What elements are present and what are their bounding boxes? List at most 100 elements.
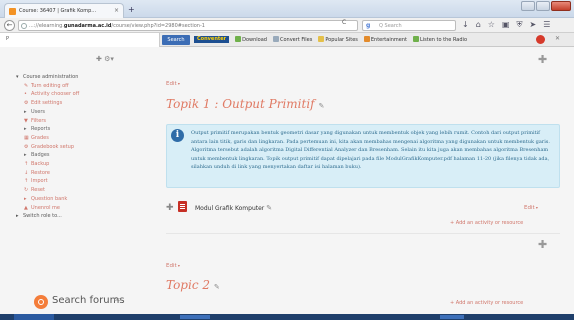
url-prefix: ...://elearning. (29, 23, 64, 29)
window-titlebar: Course: 36407 | Grafik Komp... × + (0, 0, 574, 18)
os-taskbar (0, 314, 574, 320)
bookmark-entertainment[interactable]: Entertainment (363, 36, 407, 43)
reload-icon[interactable]: C (342, 19, 346, 26)
admin-item-switch-role-to[interactable]: ▸ Switch role to... (16, 212, 134, 221)
home-icon[interactable]: ⌂ (476, 20, 481, 30)
search-forums-button[interactable]: Go (114, 297, 121, 303)
course-content: ✚ Edit Topik 1 : Output Primitif ✎ i Out… (150, 47, 568, 320)
clipboard-icon[interactable]: ▣ (502, 20, 510, 30)
block-controls-icon[interactable]: ✚ ⚙▾ (96, 55, 114, 63)
bookmark-items: Conventer Download Convert Files Popular… (194, 36, 467, 43)
url-bar[interactable]: ...://elearning.gunadarma.ac.id/course/v… (18, 20, 358, 31)
add-activity-link-1[interactable]: Add an activity or resource (450, 220, 523, 226)
admin-item-course-administration[interactable]: ▾ Course administration (16, 73, 134, 82)
section-summary-box: i Output primitif merupakan bentuk geome… (166, 124, 560, 188)
admin-item-restore[interactable]: ↓ Restore (16, 169, 134, 178)
converter-logo[interactable]: Conventer (194, 36, 230, 43)
admin-item-label: Reset (31, 187, 45, 194)
bookmark-label: Download (242, 37, 267, 43)
admin-item-label: Backup (31, 161, 50, 168)
star-icon[interactable]: ☆ (488, 20, 495, 30)
add-activity-link-2[interactable]: Add an activity or resource (450, 300, 523, 306)
search-engine-icon: g (366, 22, 371, 29)
module-name: Modul Grafik Komputer (195, 205, 265, 212)
admin-item-label: Edit settings (31, 100, 63, 107)
admin-item-import[interactable]: ↑ Import (16, 177, 134, 186)
administration-block: ✚ ⚙▾ ▾ Course administration ✎ Turn editing… (6, 47, 132, 320)
module-link[interactable]: Modul Grafik Komputer ✎ (195, 204, 272, 212)
admin-item-filters[interactable]: ▼ Filters (16, 117, 134, 126)
minimize-button[interactable] (521, 1, 535, 11)
module-edit-menu[interactable]: Edit (524, 205, 538, 211)
tab-close-icon[interactable]: × (114, 7, 119, 14)
section1-title-text: Topik 1 : Output Primitif (166, 97, 315, 111)
start-button[interactable] (14, 314, 54, 320)
admin-item-label: Question bank (31, 195, 68, 202)
bookmark-radio[interactable]: Listen to the Radio (412, 36, 467, 43)
toolbar-close-icon[interactable]: ✕ (555, 35, 560, 42)
admin-item-unenrol-me[interactable]: ▲ Unenrol me (16, 204, 134, 213)
send-icon[interactable]: ➤ (530, 20, 537, 30)
edit-title-pencil-icon[interactable]: ✎ (318, 102, 324, 110)
admin-item-glyph-icon: ⚙ (24, 143, 29, 150)
admin-item-glyph-icon: ▸ (24, 108, 27, 115)
add-section-plus-icon[interactable]: ✚ (538, 53, 547, 66)
search-placeholder: Q Search (379, 23, 402, 29)
bookmark-label: Convert Files (279, 37, 313, 43)
admin-item-turn-editing-off[interactable]: ✎ Turn editing off (16, 82, 134, 91)
admin-item-label: Course administration (23, 74, 79, 80)
admin-item-edit-settings[interactable]: ⚙ Edit settings (16, 99, 134, 108)
menu-icon[interactable]: ☰ (543, 20, 550, 30)
admin-item-glyph-icon: ▸ (16, 213, 19, 220)
back-arrow-icon[interactable]: ← (4, 20, 15, 31)
download-arrow-icon[interactable]: ↓ (462, 20, 469, 30)
admin-item-reports[interactable]: ▸ Reports (16, 125, 134, 134)
shield-icon[interactable]: ⛨ (517, 20, 523, 30)
admin-item-glyph-icon: ⚙ (24, 100, 29, 107)
search-icon (34, 295, 48, 309)
admin-item-badges[interactable]: ▸ Badges (16, 151, 134, 160)
admin-item-users[interactable]: ▸ Users (16, 108, 134, 117)
admin-item-reset[interactable]: ↻ Reset (16, 186, 134, 195)
bookmark-download[interactable]: Download (235, 36, 267, 43)
edit-title-pencil-icon[interactable]: ✎ (214, 283, 220, 291)
admin-item-glyph-icon: ▲ (24, 204, 28, 211)
edit-module-pencil-icon[interactable]: ✎ (266, 204, 272, 212)
bookmark-popular-sites[interactable]: Popular Sites (318, 36, 358, 43)
browser-icons: ↓ ⌂ ☆ ▣ ⛨ ➤ ☰ (462, 20, 550, 30)
admin-item-grades[interactable]: ▦ Grades (16, 134, 134, 143)
admin-item-label: Users (31, 108, 46, 115)
info-icon: i (171, 129, 184, 142)
taskbar-app[interactable] (180, 315, 210, 319)
bookmark-convert-files[interactable]: Convert Files (272, 36, 313, 43)
admin-item-backup[interactable]: ↑ Backup (16, 160, 134, 169)
admin-item-glyph-icon: ▸ (24, 152, 27, 159)
navigation-bar: ← ...://elearning.gunadarma.ac.id/course… (0, 18, 574, 33)
url-path: /course/view.php?id=2980#section-1 (111, 23, 205, 29)
admin-tree: ▾ Course administration ✎ Turn editing off •… (16, 73, 134, 221)
admin-item-label: Switch role to... (23, 213, 62, 220)
admin-item-activity-chooser-off[interactable]: • Activity chooser off (16, 90, 134, 99)
close-window-button[interactable] (551, 1, 571, 11)
admin-item-gradebook-setup[interactable]: ⚙ Gradebook setup (16, 143, 134, 152)
toolbar-search-input[interactable]: P (0, 33, 160, 47)
admin-item-label: Reports (31, 126, 51, 133)
bookmark-label: Listen to the Radio (419, 37, 467, 43)
add-plus-icon[interactable]: ✚ (538, 238, 547, 251)
section1-edit-menu[interactable]: Edit (166, 81, 180, 87)
toolbar-search-button[interactable]: Search (162, 35, 190, 45)
new-tab-button[interactable]: + (128, 5, 135, 14)
addon-icon[interactable] (536, 35, 545, 44)
browser-search-input[interactable]: g Q Search (362, 20, 456, 31)
admin-item-glyph-icon: ▼ (24, 117, 28, 124)
bookmark-label: Popular Sites (325, 37, 358, 43)
taskbar-app[interactable] (440, 315, 464, 319)
admin-item-glyph-icon: • (24, 91, 27, 98)
admin-item-label: Filters (31, 117, 46, 124)
browser-tab[interactable]: Course: 36407 | Grafik Komp... × (4, 3, 124, 18)
section2-edit-menu[interactable]: Edit (166, 263, 180, 269)
admin-item-question-bank[interactable]: ▸ Question bank (16, 195, 134, 204)
maximize-button[interactable] (536, 1, 550, 11)
section-summary-text: Output primitif merupakan bentuk geometr… (191, 130, 550, 171)
move-handle-icon[interactable]: ✚ (166, 203, 174, 213)
